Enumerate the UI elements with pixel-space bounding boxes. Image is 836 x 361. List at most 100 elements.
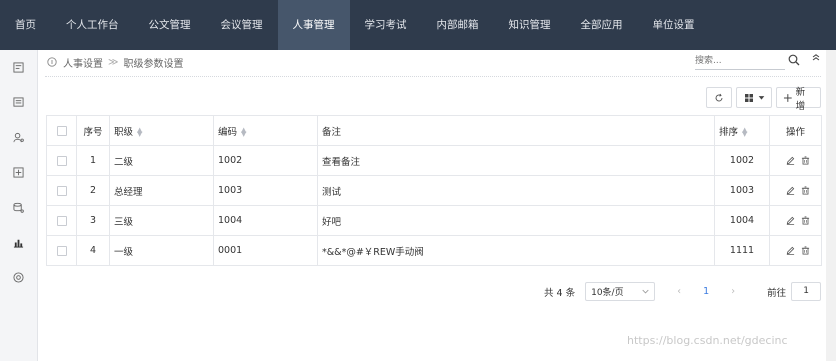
cell-code: 0001 [213,235,318,266]
sidebar-item-2[interactable] [0,85,37,120]
row-checkbox[interactable] [56,185,67,196]
sidebar-item-6[interactable] [0,225,37,260]
table-row[interactable]: 1 二级 1002 查看备注 1002 [46,145,822,176]
table-row[interactable]: 4 一级 0001 *&&*@#￥REW手动阀 1111 [46,235,822,266]
select-all-checkbox[interactable] [56,125,67,136]
row-checkbox[interactable] [56,245,67,256]
delete-icon[interactable] [801,246,810,255]
delete-icon[interactable] [801,216,810,225]
scrollbar[interactable] [826,50,836,361]
settings-circle-icon [13,272,24,283]
row-checkbox[interactable] [56,215,67,226]
caret-down-icon [758,96,764,100]
table-row[interactable]: 2 总经理 1003 测试 1003 [46,175,822,206]
refresh-button[interactable] [706,87,732,108]
sidebar-item-1[interactable] [0,50,37,85]
row-checkbox-cell[interactable] [46,235,77,266]
prev-page-button[interactable]: ‹ [675,286,683,297]
nav-home[interactable]: 首页 [0,0,51,50]
search-box [695,53,785,70]
row-checkbox-cell[interactable] [46,175,77,206]
breadcrumb-separator: ≫ [108,56,119,68]
watermark: https://blog.csdn.net/gdecinc [627,334,788,347]
nav-all-apps[interactable]: 全部应用 [566,0,638,50]
nav-documents[interactable]: 公文管理 [134,0,206,50]
cell-remark: 测试 [317,175,715,206]
main-content: 人事设置 ≫ 职级参数设置 新增 序号 职级▲▼ 编码▲▼ [39,50,836,361]
nav-hr[interactable]: 人事管理 [277,0,350,50]
search-input[interactable] [695,53,785,69]
header-actions: 操作 [769,115,822,146]
pagination: 共 4 条 10条/页 ‹ 1 › 前往 1 页 [544,282,836,301]
cell-index: 3 [76,205,110,236]
sort-icon[interactable]: ▲ ▼ [742,127,747,138]
cell-code: 1004 [213,205,318,236]
table-row[interactable]: 3 三级 1004 好吧 1004 [46,205,822,236]
columns-button[interactable] [736,87,772,108]
row-checkbox[interactable] [56,155,67,166]
cell-remark: *&&*@#￥REW手动阀 [317,235,715,266]
row-checkbox-cell[interactable] [46,145,77,176]
goto-page-input[interactable]: 1 [791,282,822,301]
breadcrumb-item-hr-settings[interactable]: 人事设置 [63,55,103,70]
refresh-icon [715,93,723,101]
header-code[interactable]: 编码 ▲ ▼ [213,115,318,146]
sidebar [0,50,38,361]
sort-icon[interactable]: ▲ ▼ [137,127,142,138]
sidebar-item-5[interactable] [0,190,37,225]
columns-icon [744,93,753,102]
table-toolbar: 新增 [706,87,821,112]
cell-level: 一级 [109,235,214,266]
cell-remark: 查看备注 [317,145,715,176]
page-number-current[interactable]: 1 [703,286,709,297]
cell-actions [769,145,822,176]
delete-icon[interactable] [801,156,810,165]
plus-icon [783,93,792,102]
plus-box-icon [13,167,24,178]
edit-icon[interactable] [786,246,795,255]
document-edit-icon [13,62,24,73]
list-edit-icon [13,97,24,107]
nav-meetings[interactable]: 会议管理 [206,0,278,50]
cell-index: 1 [76,145,110,176]
edit-icon[interactable] [786,216,795,225]
row-checkbox-cell[interactable] [46,205,77,236]
nav-learning[interactable]: 学习考试 [350,0,422,50]
nav-knowledge[interactable]: 知识管理 [494,0,566,50]
sidebar-item-7[interactable] [0,260,37,295]
header-checkbox[interactable] [46,115,77,146]
cell-level: 总经理 [109,175,214,206]
collapse-icon[interactable] [811,54,821,66]
search-icon[interactable] [788,54,800,66]
next-page-button[interactable]: › [729,286,737,297]
rank-table: 序号 职级 ▲ ▼ 编码 ▲ ▼ 备注 排序 ▲ ▼ 操作 1 二级 1002 查看备注 1… [46,115,822,266]
breadcrumb: 人事设置 ≫ 职级参数设置 [47,55,183,70]
header-level[interactable]: 职级 ▲ ▼ [109,115,214,146]
nav-workbench[interactable]: 个人工作台 [51,0,134,50]
add-button[interactable]: 新增 [776,87,821,112]
bar-chart-icon [13,239,24,248]
total-count: 共 4 条 [544,287,576,299]
sidebar-item-4[interactable] [0,155,37,190]
page-size-value: 10条/页 [591,288,624,298]
cell-level: 三级 [109,205,214,236]
sidebar-item-3[interactable] [0,120,37,155]
cell-code: 1003 [213,175,318,206]
add-button-label: 新增 [795,86,806,112]
edit-icon[interactable] [786,156,795,165]
delete-icon[interactable] [801,186,810,195]
cell-remark: 好吧 [317,205,715,236]
cell-order: 1003 [714,175,770,206]
sort-icon[interactable]: ▲ ▼ [241,127,246,138]
cell-level: 二级 [109,145,214,176]
chevron-down-icon [642,289,649,294]
page-size-select[interactable]: 10条/页 [585,282,656,301]
nav-mail[interactable]: 内部邮箱 [422,0,494,50]
cell-order: 1002 [714,145,770,176]
edit-icon[interactable] [786,186,795,195]
cell-code: 1002 [213,145,318,176]
nav-unit-settings[interactable]: 单位设置 [638,0,710,50]
cell-actions [769,175,822,206]
header-order[interactable]: 排序 ▲ ▼ [714,115,770,146]
cell-index: 2 [76,175,110,206]
